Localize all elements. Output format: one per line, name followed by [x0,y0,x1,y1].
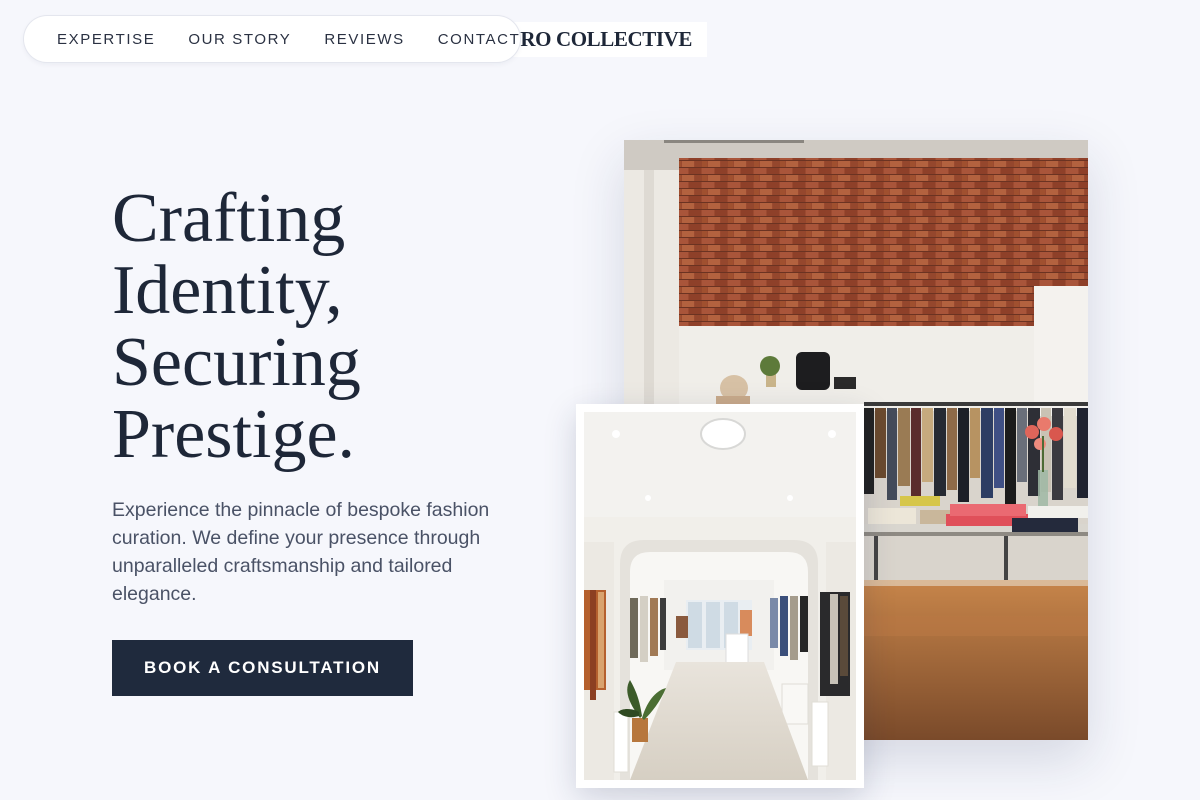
book-consultation-button[interactable]: BOOK A CONSULTATION [112,640,413,696]
hero-title: Crafting Identity, Securing Prestige. [112,183,572,471]
main-nav: EXPERTISE OUR STORY REVIEWS CONTACT [24,16,520,62]
hero-title-line: Crafting [112,180,346,257]
hero-description: Experience the pinnacle of bespoke fashi… [112,499,490,605]
brand-logo[interactable]: KURO COLLECTIVE [508,22,707,57]
nav-link-contact[interactable]: CONTACT [438,31,521,48]
nav-link-expertise[interactable]: EXPERTISE [57,31,155,48]
nav-link-our-story[interactable]: OUR STORY [188,31,291,48]
hero-title-line: Securing [112,324,361,401]
hero-title-line: Prestige. [112,396,356,473]
nav-link-reviews[interactable]: REVIEWS [324,31,404,48]
hero-title-line: Identity, [112,252,343,329]
boutique-corridor-image [576,404,864,788]
